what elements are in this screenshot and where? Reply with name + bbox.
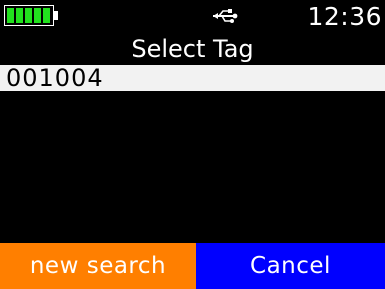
tag-list: 001004 [0,65,385,243]
battery-cell [16,8,23,23]
battery-cell [34,8,41,23]
battery-cap [54,11,58,20]
tag-list-item[interactable]: 001004 [0,65,385,91]
battery-cell [7,8,14,23]
softkey-bar: new search Cancel [0,243,385,289]
battery-icon [4,5,60,28]
status-bar: 12:36 [0,0,385,36]
page-title: Select Tag [131,35,254,63]
usb-icon [213,9,238,23]
battery-cell [43,8,50,23]
device-screen: 12:36 Select Tag 001004 new search Cance… [0,0,385,289]
tag-id-label: 001004 [6,64,104,92]
clock: 12:36 [307,2,382,31]
cancel-button[interactable]: Cancel [196,243,385,289]
new-search-button[interactable]: new search [0,243,196,289]
battery-cell [25,8,32,23]
